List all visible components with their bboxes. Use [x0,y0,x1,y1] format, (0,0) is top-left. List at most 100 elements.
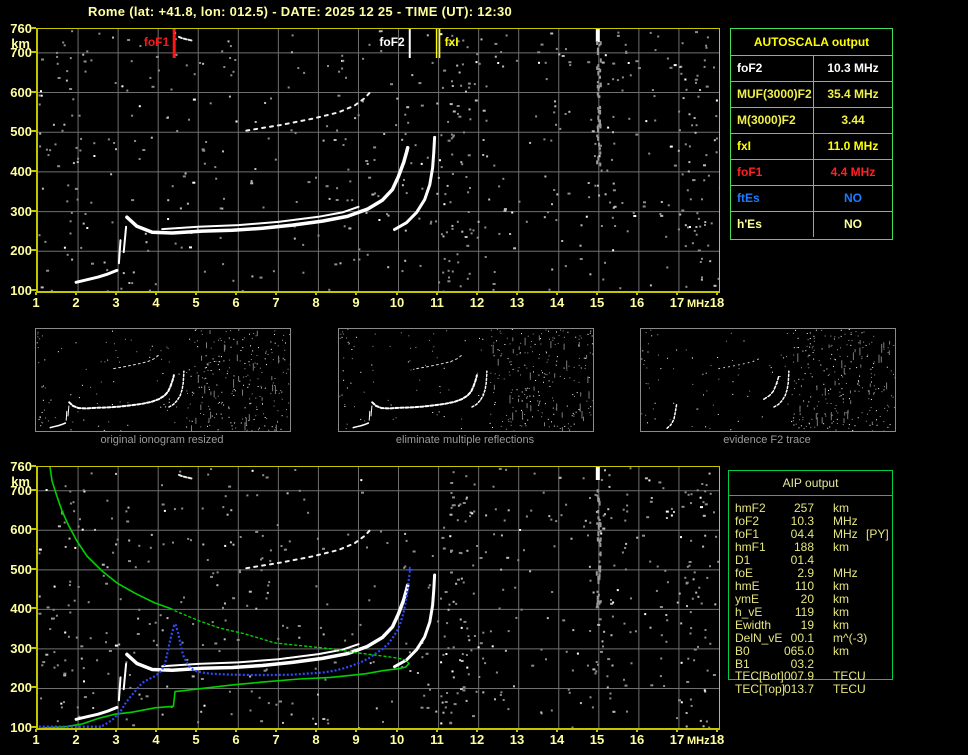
autoscala-row-value: 10.3 MHz [827,61,879,75]
y-axis-tick [31,27,36,29]
y-axis-tick [31,170,36,172]
x-axis-tick [556,729,558,732]
y-axis-tick-label: 200 [10,680,32,695]
autoscala-row-h'Es: h'Es NO [731,212,892,237]
x-axis-tick [155,292,157,295]
aip-row-value: 013.7 [783,682,814,696]
x-axis-tick-label: 10 [389,295,405,310]
x-axis-tick-label: 11 [430,295,444,310]
x-axis-tick-label: 8 [312,732,320,747]
x-axis-tick [355,292,357,295]
y-axis-tick [31,726,36,728]
x-axis-tick-label: 8 [312,295,320,310]
autoscala-row-MUF(3000)F2: MUF(3000)F2 35.4 MHz [731,82,892,108]
x-axis-tick [396,292,398,295]
x-axis-tick-label: 16 [629,295,645,310]
y-axis-tick [31,647,36,649]
autoscala-row-ftEs: ftEs NO [731,186,892,212]
autoscala-row-M(3000)F2: M(3000)F2 3.44 [731,108,892,134]
y-axis-tick-label: 600 [10,85,32,100]
top-ionogram-canvas: foF1 foF2 fxI [38,29,719,291]
autoscala-window: Rome (lat: +41.8, lon: 012.5) - DATE: 20… [0,0,968,755]
x-axis-tick [676,292,678,295]
x-axis-tick-label: 11 [430,732,444,747]
thumbnail-evidence-f2 [640,328,896,435]
x-axis-tick-label: 12 [469,732,485,747]
y-axis-tick-label: 700 [10,45,32,60]
y-axis-tick-label: 400 [10,601,32,616]
x-axis-tick [355,729,357,732]
x-axis-tick-label: 5 [192,732,200,747]
x-axis-tick-label: 6 [232,295,240,310]
y-axis-tick-label: 400 [10,164,32,179]
y-axis-tick-label: 300 [10,641,32,656]
x-axis-tick-label: 9 [352,732,360,747]
aip-row-unit: TECU [833,682,866,696]
x-axis-tick [275,729,277,732]
y-axis-tick [31,130,36,132]
x-axis-tick [195,292,197,295]
x-axis-tick [716,292,718,295]
x-axis-tick [436,292,438,295]
x-axis-tick-label: 3 [112,732,120,747]
bottom-ionogram-canvas [38,467,719,728]
x-axis-tick [195,729,197,732]
x-axis-tick-label: 7 [272,295,280,310]
aip-row-unit: km [833,540,849,554]
x-axis-tick-label: 15 [589,295,605,310]
autoscala-row-value: NO [844,191,862,205]
aip-row-B0: B0 065.0 km [728,645,908,658]
autoscala-row-value: 3.44 [841,113,865,127]
thumbnail-original-ionogram [35,328,291,438]
x-axis-tick [596,292,598,295]
y-axis-tick [31,607,36,609]
aip-row-unit: km [833,644,849,658]
x-axis-tick [35,729,37,732]
thumbnail-caption: evidence F2 trace [723,434,811,446]
autoscala-table-title: AUTOSCALA output [731,29,892,56]
autoscala-row-label: foF1 [731,160,814,185]
x-axis-tick [235,292,237,295]
aip-panel-title: AIP output [729,471,892,496]
x-axis-tick [636,729,638,732]
x-axis-tick-label: 14 [549,295,565,310]
y-axis-tick-label: 600 [10,522,32,537]
x-axis-tick [476,292,478,295]
x-axis-tick-label: 13 [509,295,525,310]
y-axis-tick-label: 500 [10,124,32,139]
autoscala-row-label: M(3000)F2 [731,108,814,133]
thumbnail-caption: original ionogram resized [100,434,224,446]
x-axis-tick [436,729,438,732]
x-axis-tick-label: 10 [389,732,405,747]
x-axis-tick-label: 4 [152,732,160,747]
x-axis-tick [75,729,77,732]
thumbnail-canvas [339,329,594,436]
x-axis-tick [596,729,598,732]
autoscala-row-fxI: fxI 11.0 MHz [731,134,892,160]
thumbnail-canvas [36,329,291,438]
x-axis-tick-label: 1 [32,295,40,310]
y-axis-tick-label: 760 [10,21,32,36]
x-axis-tick [275,292,277,295]
x-axis-tick-label: 7 [272,732,280,747]
x-axis-tick [716,729,718,732]
x-axis-tick-label: 6 [232,732,240,747]
x-axis-unit-label: MHz [687,735,710,747]
x-axis-tick-label: 17 [669,295,685,310]
y-axis-tick [31,51,36,53]
y-axis-tick [31,465,36,467]
y-axis-tick-label: 500 [10,562,32,577]
x-axis-tick-label: 4 [152,295,160,310]
x-axis-tick [636,292,638,295]
x-axis-tick-label: 14 [549,732,565,747]
y-axis-tick [31,528,36,530]
thumbnail-caption: eliminate multiple reflections [395,434,535,446]
x-axis-tick [556,292,558,295]
top-ionogram-plot: foF1 foF2 fxI [36,28,720,293]
x-axis-tick [476,729,478,732]
marker-label-foF2: foF2 [379,35,405,49]
autoscala-row-foF1: foF1 4.4 MHz [731,160,892,186]
y-axis-tick [31,568,36,570]
x-axis-tick [676,729,678,732]
autoscala-row-label: foF2 [731,56,814,81]
